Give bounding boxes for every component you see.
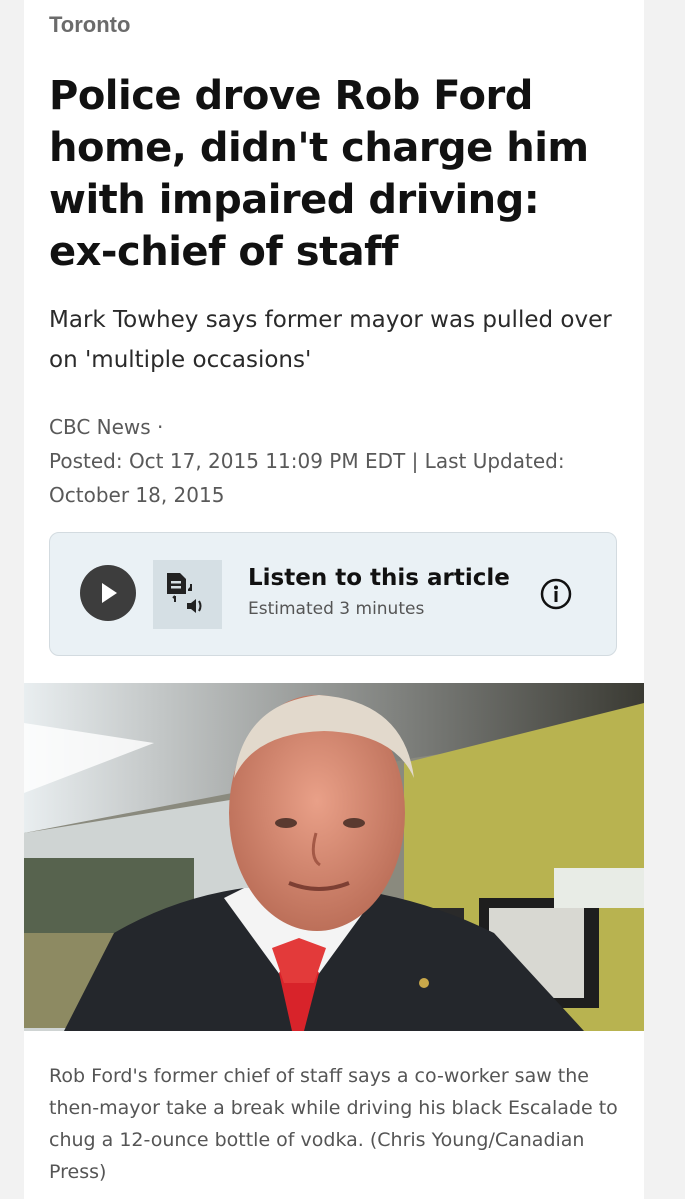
article-deck: Mark Towhey says former mayor was pulled… (49, 307, 612, 373)
article-headline: Police drove Rob Ford home, didn't charg… (49, 73, 589, 275)
listen-title: Listen to this article (248, 565, 510, 591)
byline: CBC News · Posted: Oct 17, 2015 11:09 PM… (49, 410, 619, 512)
photo-caption: Rob Ford's former chief of staff says a … (49, 1065, 618, 1183)
listen-estimate: Estimated 3 minutes (248, 599, 425, 619)
article-page: Toronto Police drove Rob Ford home, didn… (24, 0, 644, 1199)
byline-source[interactable]: CBC News · (49, 410, 619, 444)
text-to-speech-icon (153, 560, 222, 629)
section-label[interactable]: Toronto (49, 12, 619, 38)
byline-dates: Posted: Oct 17, 2015 11:09 PM EDT | Last… (49, 449, 565, 507)
listen-to-article-widget: Listen to this article Estimated 3 minut… (49, 532, 617, 656)
info-icon[interactable] (540, 578, 572, 610)
play-icon[interactable] (80, 565, 136, 621)
article-photo (24, 683, 644, 1031)
